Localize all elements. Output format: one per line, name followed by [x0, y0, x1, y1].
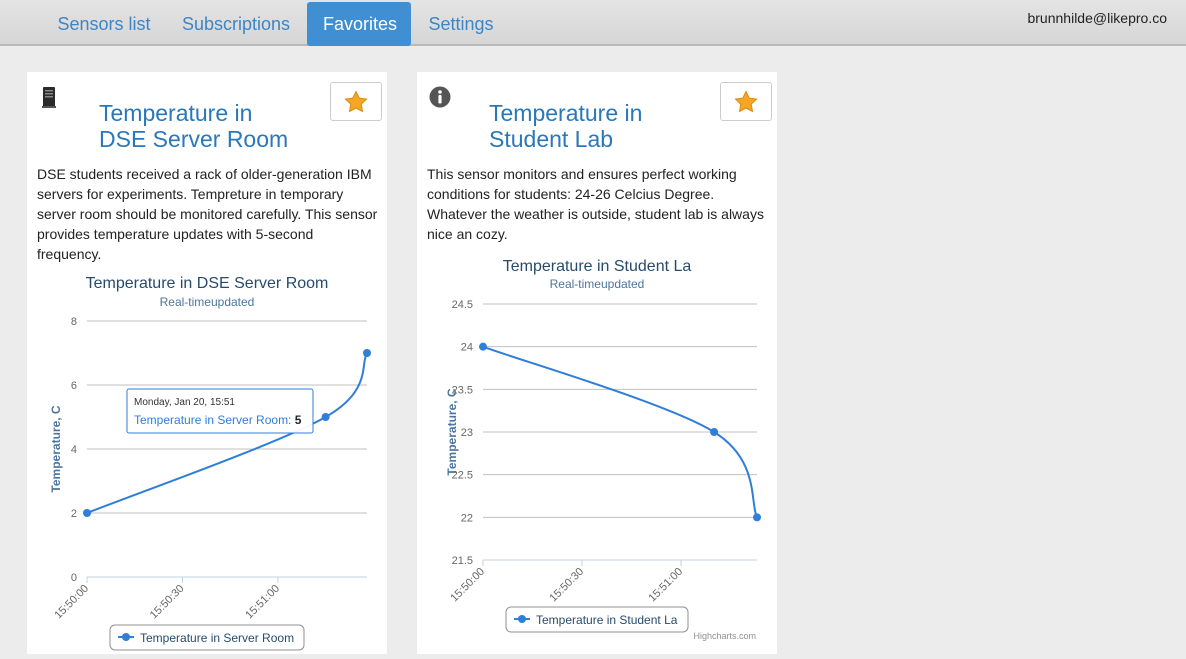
star-icon: [344, 90, 368, 113]
favorite-button[interactable]: [720, 82, 772, 121]
legend-marker: [122, 633, 130, 641]
y-tick-label: 23: [461, 427, 473, 439]
legend-label: Temperature in Student La: [536, 613, 678, 627]
card-description: DSE students received a rack of older-ge…: [37, 166, 378, 262]
chart-title: Temperature in DSE Server Room: [86, 275, 329, 292]
x-tick-label: 15:50:30: [148, 583, 187, 622]
tab-favorites[interactable]: Favorites: [307, 2, 411, 46]
tooltip-series: Temperature in Server Room: 5: [134, 413, 302, 427]
card-title: Temperature in DSE Server Room: [99, 100, 329, 152]
tab-settings[interactable]: Settings: [412, 2, 510, 46]
card-title: Temperature in Student Lab: [489, 100, 719, 152]
y-tick-label: 2: [71, 508, 77, 520]
tab-sensors-list[interactable]: Sensors list: [41, 2, 167, 46]
tooltip-header: Monday, Jan 20, 15:51: [134, 397, 235, 408]
y-axis-label: Temperature, C: [49, 405, 63, 492]
info-icon: [429, 86, 451, 108]
chart-title: Temperature in Student La: [503, 258, 692, 275]
x-tick-label: 15:50:30: [547, 566, 586, 605]
top-navbar: Sensors list Subscriptions Favorites Set…: [0, 0, 1186, 46]
sensor-card-student-lab: Temperature in Student Lab This sensor m…: [417, 72, 777, 654]
sensor-card-server-room: Temperature in DSE Server Room DSE stude…: [27, 72, 387, 654]
server-icon: [39, 86, 59, 108]
y-tick-label: 4: [71, 444, 77, 456]
chart-server-room: Temperature in DSE Server Room Real-timeu…: [27, 270, 387, 654]
card-title-line1: Temperature in: [99, 100, 253, 126]
data-point: [710, 428, 719, 436]
card-title-line1: Temperature in: [489, 100, 643, 126]
tab-subscriptions[interactable]: Subscriptions: [166, 2, 306, 46]
chart-subtitle: Real-timeupdated: [160, 295, 255, 309]
x-tick-label: 15:51:00: [646, 566, 685, 605]
y-tick-label: 0: [71, 572, 77, 584]
y-axis-label: Temperature, C: [445, 388, 459, 475]
data-point: [753, 513, 761, 522]
y-tick-label: 24.5: [452, 299, 473, 311]
y-tick-label: 6: [71, 380, 77, 392]
x-tick-label: 15:50:00: [52, 583, 91, 622]
data-point: [83, 509, 91, 517]
chart-student-lab: Temperature in Student La Real-timeupdate…: [417, 250, 777, 654]
data-point: [321, 413, 330, 421]
card-title-line2: DSE Server Room: [99, 126, 289, 152]
data-point: [363, 349, 371, 357]
y-tick-label: 21.5: [452, 555, 473, 567]
chart-subtitle: Real-timeupdated: [550, 277, 645, 291]
star-icon: [734, 90, 758, 113]
favorite-button[interactable]: [330, 82, 382, 121]
x-tick-label: 15:50:00: [448, 566, 487, 605]
tooltip-value: 5: [295, 413, 302, 427]
card-description: This sensor monitors and ensures perfect…: [427, 166, 764, 242]
y-tick-label: 24: [461, 342, 473, 354]
chart-credits: Highcharts.com: [693, 631, 756, 641]
y-tick-label: 22: [461, 512, 473, 524]
legend-marker: [518, 615, 526, 623]
card-title-line2: Student Lab: [489, 126, 614, 152]
user-email[interactable]: brunnhilde@likepro.co: [1027, 10, 1167, 26]
data-point: [479, 342, 487, 351]
legend-label: Temperature in Server Room: [140, 631, 294, 645]
x-tick-label: 15:51:00: [243, 583, 282, 622]
y-tick-label: 8: [71, 316, 77, 328]
